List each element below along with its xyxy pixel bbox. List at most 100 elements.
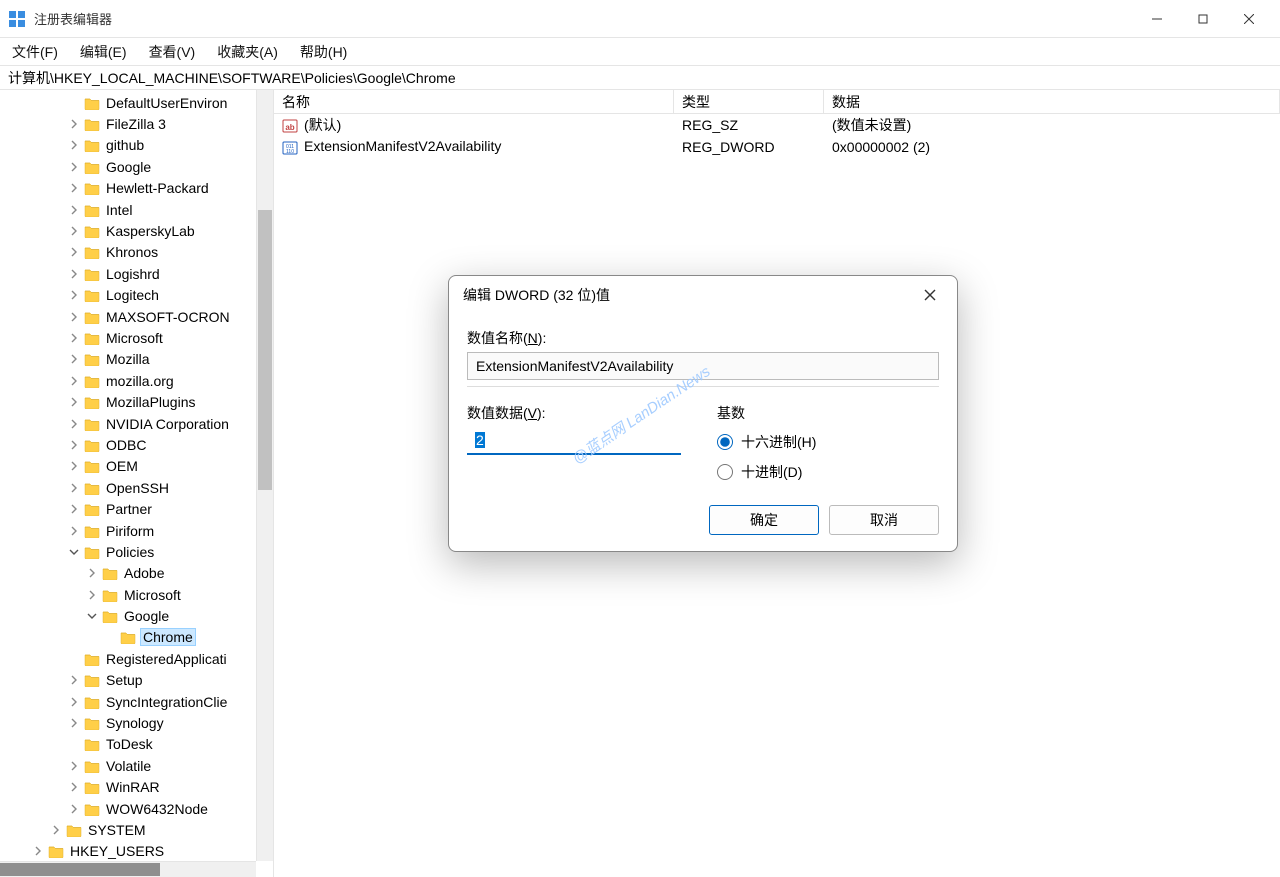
- folder-icon: [84, 780, 100, 794]
- tree-node[interactable]: Synology: [0, 712, 273, 733]
- tree-node[interactable]: Microsoft: [0, 584, 273, 605]
- maximize-button[interactable]: [1180, 3, 1226, 35]
- chevron-right-icon[interactable]: [66, 312, 82, 322]
- tree-vscrollbar[interactable]: [256, 90, 273, 861]
- chevron-right-icon[interactable]: [66, 183, 82, 193]
- tree-node[interactable]: Volatile: [0, 755, 273, 776]
- chevron-right-icon[interactable]: [48, 825, 64, 835]
- chevron-right-icon[interactable]: [66, 333, 82, 343]
- chevron-right-icon[interactable]: [66, 526, 82, 536]
- tree-node[interactable]: Google: [0, 156, 273, 177]
- chevron-right-icon[interactable]: [84, 590, 100, 600]
- tree-node[interactable]: ODBC: [0, 434, 273, 455]
- tree-node[interactable]: Hewlett-Packard: [0, 178, 273, 199]
- col-data[interactable]: 数据: [824, 90, 1280, 113]
- svg-text:110: 110: [286, 149, 294, 155]
- chevron-right-icon[interactable]: [66, 761, 82, 771]
- chevron-right-icon[interactable]: [66, 140, 82, 150]
- chevron-right-icon[interactable]: [66, 804, 82, 814]
- tree-hscrollbar[interactable]: [0, 861, 256, 877]
- col-type[interactable]: 类型: [674, 90, 824, 113]
- chevron-right-icon[interactable]: [66, 226, 82, 236]
- menu-file[interactable]: 文件(F): [8, 40, 62, 64]
- tree-node[interactable]: HKEY_USERS: [0, 841, 273, 862]
- radio-hex[interactable]: 十六进制(H): [717, 427, 816, 457]
- tree[interactable]: DefaultUserEnvironFileZilla 3githubGoogl…: [0, 90, 273, 877]
- tree-node[interactable]: Piriform: [0, 520, 273, 541]
- chevron-right-icon[interactable]: [30, 846, 46, 856]
- tree-node[interactable]: Mozilla: [0, 349, 273, 370]
- menu-view[interactable]: 查看(V): [145, 40, 200, 64]
- tree-node[interactable]: DefaultUserEnviron: [0, 92, 273, 113]
- tree-node[interactable]: Partner: [0, 498, 273, 519]
- value-row[interactable]: ab(默认)REG_SZ(数值未设置): [274, 114, 1280, 136]
- chevron-right-icon[interactable]: [66, 483, 82, 493]
- tree-node[interactable]: WOW6432Node: [0, 798, 273, 819]
- chevron-right-icon[interactable]: [66, 440, 82, 450]
- cancel-button[interactable]: 取消: [829, 505, 939, 535]
- chevron-right-icon[interactable]: [66, 290, 82, 300]
- tree-node[interactable]: Intel: [0, 199, 273, 220]
- chevron-right-icon[interactable]: [66, 269, 82, 279]
- ok-button[interactable]: 确定: [709, 505, 819, 535]
- folder-icon: [84, 652, 100, 666]
- tree-node[interactable]: MAXSOFT-OCRON: [0, 306, 273, 327]
- radio-dec[interactable]: 十进制(D): [717, 457, 816, 487]
- tree-node[interactable]: MozillaPlugins: [0, 391, 273, 412]
- string-value-icon: ab: [282, 118, 298, 134]
- values-list[interactable]: ab(默认)REG_SZ(数值未设置)011110ExtensionManife…: [274, 114, 1280, 158]
- tree-node[interactable]: WinRAR: [0, 777, 273, 798]
- chevron-right-icon[interactable]: [66, 354, 82, 364]
- tree-node[interactable]: Adobe: [0, 563, 273, 584]
- menu-help[interactable]: 帮助(H): [296, 40, 351, 64]
- binary-value-icon: 011110: [282, 140, 298, 156]
- chevron-right-icon[interactable]: [66, 397, 82, 407]
- chevron-right-icon[interactable]: [66, 247, 82, 257]
- tree-node[interactable]: OEM: [0, 456, 273, 477]
- chevron-right-icon[interactable]: [66, 675, 82, 685]
- tree-panel: DefaultUserEnvironFileZilla 3githubGoogl…: [0, 90, 274, 877]
- tree-node[interactable]: Logitech: [0, 285, 273, 306]
- chevron-right-icon[interactable]: [66, 718, 82, 728]
- tree-node[interactable]: Logishrd: [0, 263, 273, 284]
- chevron-right-icon[interactable]: [66, 697, 82, 707]
- tree-node[interactable]: Setup: [0, 670, 273, 691]
- tree-node[interactable]: OpenSSH: [0, 477, 273, 498]
- tree-node[interactable]: Khronos: [0, 242, 273, 263]
- chevron-right-icon[interactable]: [66, 461, 82, 471]
- tree-node[interactable]: mozilla.org: [0, 370, 273, 391]
- tree-node[interactable]: FileZilla 3: [0, 113, 273, 134]
- tree-node[interactable]: SYSTEM: [0, 819, 273, 840]
- tree-node[interactable]: Policies: [0, 541, 273, 562]
- dialog-close-icon[interactable]: [917, 282, 943, 308]
- chevron-right-icon[interactable]: [84, 568, 100, 578]
- folder-icon: [84, 737, 100, 751]
- chevron-right-icon[interactable]: [66, 376, 82, 386]
- close-button[interactable]: [1226, 3, 1272, 35]
- tree-node[interactable]: KasperskyLab: [0, 220, 273, 241]
- menu-edit[interactable]: 编辑(E): [76, 40, 131, 64]
- chevron-right-icon[interactable]: [66, 162, 82, 172]
- chevron-right-icon[interactable]: [66, 782, 82, 792]
- chevron-down-icon[interactable]: [84, 611, 100, 621]
- tree-node[interactable]: Microsoft: [0, 327, 273, 348]
- tree-node[interactable]: SyncIntegrationClie: [0, 691, 273, 712]
- tree-node[interactable]: Google: [0, 605, 273, 626]
- chevron-right-icon[interactable]: [66, 119, 82, 129]
- value-name-field[interactable]: [467, 352, 939, 380]
- tree-node[interactable]: RegisteredApplicati: [0, 648, 273, 669]
- tree-node[interactable]: Chrome: [0, 627, 273, 648]
- chevron-right-icon[interactable]: [66, 504, 82, 514]
- chevron-right-icon[interactable]: [66, 205, 82, 215]
- tree-node[interactable]: ToDesk: [0, 734, 273, 755]
- menu-favorites[interactable]: 收藏夹(A): [213, 40, 282, 64]
- chevron-right-icon[interactable]: [66, 419, 82, 429]
- minimize-button[interactable]: [1134, 3, 1180, 35]
- address-bar[interactable]: 计算机\HKEY_LOCAL_MACHINE\SOFTWARE\Policies…: [0, 66, 1280, 90]
- chevron-down-icon[interactable]: [66, 547, 82, 557]
- value-row[interactable]: 011110ExtensionManifestV2AvailabilityREG…: [274, 136, 1280, 158]
- value-data-field[interactable]: 2: [467, 427, 681, 455]
- tree-node[interactable]: NVIDIA Corporation: [0, 413, 273, 434]
- col-name[interactable]: 名称: [274, 90, 674, 113]
- tree-node[interactable]: github: [0, 135, 273, 156]
